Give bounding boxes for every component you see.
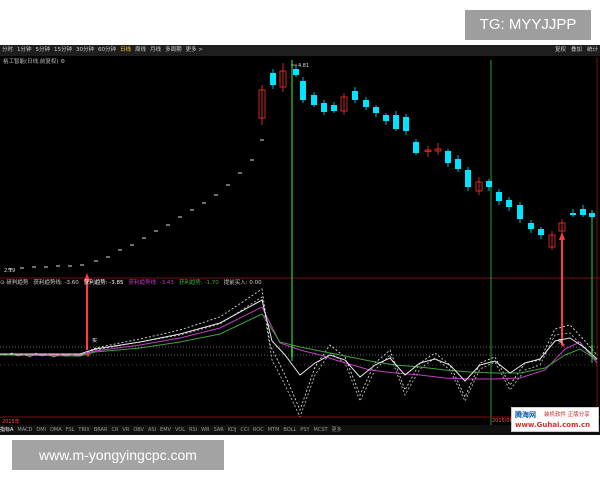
buy-label: 买 [92,337,97,344]
indicator-white-line [0,299,598,382]
candle-body [528,223,534,229]
candle-body [403,117,409,131]
price-panel: 4.81 2.19 [0,57,600,425]
buy-point [561,343,565,347]
candle-body [517,205,523,219]
candle-body [393,115,399,129]
indicator-tab[interactable]: DMA [50,427,62,433]
candle-body [496,192,502,201]
logo-url: www.Guhai.com.cn [515,421,591,429]
candle-body [270,73,276,85]
candle-body [589,213,595,217]
indicator-tab[interactable]: MTM [268,427,280,433]
candle-body [321,103,327,112]
candle-body [465,170,471,187]
candlesticks [258,63,595,250]
indicator-magenta-line [0,306,598,380]
candle-body [300,81,306,100]
candle-body [506,200,512,207]
candle-body [373,107,379,113]
indicator-legend-item: ⊙ 研判趋势 [0,280,29,286]
indicator-tab[interactable]: 指标A [0,427,13,433]
buy-signal-arrowhead [559,232,565,240]
candle-body [538,229,544,235]
candle-body [293,69,299,75]
candle-body [352,91,358,100]
indicator-tab[interactable]: VOL [175,427,185,433]
candle-body [363,100,369,107]
indicator-tab[interactable]: DMI [36,427,46,433]
candle-body [331,105,337,111]
indicator-legend-item: 获利趋势线: -3.60 [33,280,79,286]
candle-body [383,115,389,121]
rising-price-marks [8,139,264,270]
indicator-tab[interactable]: VR [122,427,129,433]
indicator-lower-dotted [0,296,598,419]
indicator-tab[interactable]: EMV [160,427,171,433]
candle-body [445,151,451,163]
tg-watermark: TG: MYYJJPP [465,10,591,40]
indicator-tab[interactable]: BOLL [283,427,296,433]
indicator-legend-item: 获利趋势: -1.70 [178,280,219,286]
low-price-label: 2.19 [4,268,15,274]
chart-canvas: 4.81 2.19 买 买 [0,57,600,425]
indicator-legend-item: 获利趋势: -3.85 [83,280,124,286]
date-label-right: 2015/08 [492,418,513,424]
indicator-tab[interactable]: MACD [17,427,32,433]
indicator-tab[interactable]: CR [111,427,118,433]
indicator-tab[interactable]: 更多 [332,427,342,433]
high-price-label: 4.81 [298,63,309,69]
indicator-tab[interactable]: SAR [214,427,224,433]
candle-body [486,181,492,187]
indicator-tab[interactable]: RSI [189,427,197,433]
candle-body [455,159,461,169]
indicator-tab[interactable]: MCST [314,427,328,433]
site-logo: 腾海网 装机软件 正版分享 www.Guhai.com.cn [511,407,599,432]
indicator-tab[interactable]: KDJ [228,427,237,433]
indicator-legend: ⊙ 研判趋势 获利趋势线: -3.60 获利趋势: -3.85 获利趋势线: -3.4… [0,278,600,288]
candle-body [311,95,317,105]
date-label-left: 2015年 [2,419,20,425]
indicator-tabs: 指标A MACD DMI DMA FSL TRIX BRAR CR VR OBV ASI EMV VOL… [0,425,600,435]
logo-name: 腾海网 [515,411,536,419]
indicator-tab[interactable]: ASI [148,427,156,433]
url-watermark: www.m-yongyingcpc.com [12,440,224,470]
indicator-tab[interactable]: FSL [66,427,75,433]
indicator-tab[interactable]: TRIX [78,427,89,433]
candle-body [413,142,419,153]
indicator-tab[interactable]: CCI [240,427,248,433]
candle-body [580,209,586,215]
indicator-legend-item: 提前买入: 0.00 [223,280,262,286]
indicator-tab[interactable]: BRAR [94,427,108,433]
indicator-legend-item: 获利趋势线: -3.43 [128,280,174,286]
indicator-tab[interactable]: WR [201,427,209,433]
stock-chart-app: 分时 1分钟 5分钟 15分钟 30分钟 60分钟 日线 周线 月线 多周期 更多 > 复权 叠加 统计… [0,45,600,435]
indicator-tab[interactable]: OBV [133,427,144,433]
indicator-green-line [0,313,598,374]
indicator-tab[interactable]: ROC [253,427,264,433]
indicator-tab[interactable]: PSY [300,427,309,433]
candle-body [570,213,576,215]
buy-point [86,353,90,357]
logo-slogan: 装机软件 正版分享 [544,412,590,418]
indicator-panel: 买 买 [0,288,600,419]
